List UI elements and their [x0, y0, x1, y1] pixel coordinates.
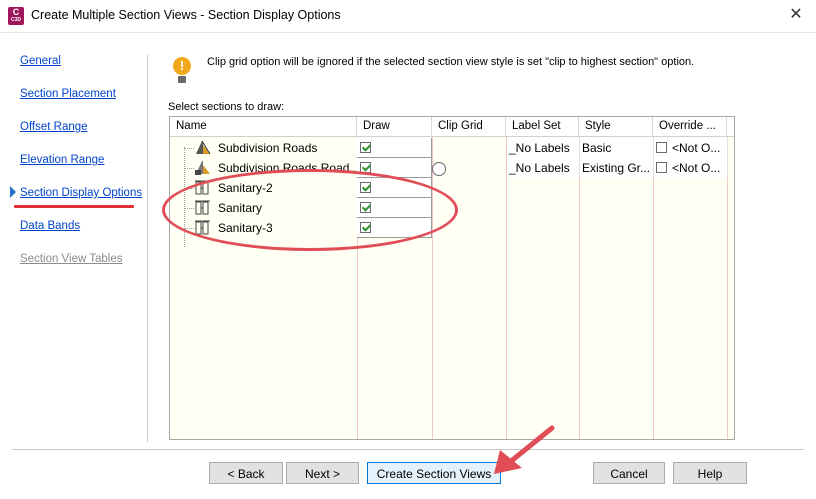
nav-divider [147, 55, 148, 442]
col-draw[interactable]: Draw [357, 117, 432, 136]
nav-general[interactable]: General [20, 55, 61, 67]
col-name[interactable]: Name [170, 117, 357, 136]
close-icon[interactable]: ✕ [784, 4, 808, 28]
col-style[interactable]: Style [579, 117, 653, 136]
override-checkbox[interactable] [656, 162, 667, 173]
nav-section-display-options[interactable]: Section Display Options [20, 187, 142, 199]
lightbulb-icon: ! [173, 57, 191, 85]
col-override[interactable]: Override ... [653, 117, 727, 136]
tree-connector [184, 168, 194, 169]
style-cell[interactable]: Existing Gr... [580, 158, 654, 178]
back-button[interactable]: < Back [209, 462, 283, 484]
help-button[interactable]: Help [673, 462, 747, 484]
active-step-arrow-icon [10, 186, 16, 198]
nav-section-placement[interactable]: Section Placement [20, 88, 116, 100]
civil3d-app-icon: C C3D [8, 7, 24, 25]
grid-header: Name Draw Clip Grid Label Set Style Over… [170, 117, 734, 137]
draw-checkbox[interactable] [360, 142, 371, 153]
clip-grid-radio[interactable] [432, 162, 446, 176]
tree-connector [184, 148, 194, 149]
section-name: Subdivision Roads [218, 141, 318, 155]
title-bar: C C3D Create Multiple Section Views - Sec… [0, 0, 816, 33]
next-button[interactable]: Next > [286, 462, 359, 484]
override-checkbox[interactable] [656, 142, 667, 153]
grid-caption: Select sections to draw: [168, 101, 285, 113]
sections-grid[interactable]: Name Draw Clip Grid Label Set Style Over… [169, 116, 735, 440]
notice-text: Clip grid option will be ignored if the … [207, 56, 695, 68]
footer-divider [12, 449, 804, 450]
override-cell[interactable]: <Not O... [654, 138, 728, 158]
red-ellipse-annotation [162, 169, 458, 251]
red-underline-annotation [14, 205, 134, 208]
style-cell[interactable]: Basic [580, 138, 654, 158]
create-section-views-button[interactable]: Create Section Views [367, 462, 501, 484]
override-cell[interactable]: <Not O... [654, 158, 728, 178]
nav-section-view-tables: Section View Tables [20, 253, 123, 265]
road-section-icon [196, 140, 211, 155]
nav-data-bands[interactable]: Data Bands [20, 220, 80, 232]
window-title: Create Multiple Section Views - Section … [31, 8, 341, 22]
nav-offset-range[interactable]: Offset Range [20, 121, 88, 133]
label-set-cell[interactable]: _No Labels [507, 138, 580, 158]
col-label-set[interactable]: Label Set [506, 117, 579, 136]
label-set-cell[interactable]: _No Labels [507, 158, 580, 178]
col-clip-grid[interactable]: Clip Grid [432, 117, 506, 136]
table-row[interactable]: Subdivision Roads _No Labels Basic <Not … [170, 138, 734, 158]
road-surface-section-icon [195, 161, 210, 175]
nav-elevation-range[interactable]: Elevation Range [20, 154, 104, 166]
cancel-button[interactable]: Cancel [593, 462, 665, 484]
